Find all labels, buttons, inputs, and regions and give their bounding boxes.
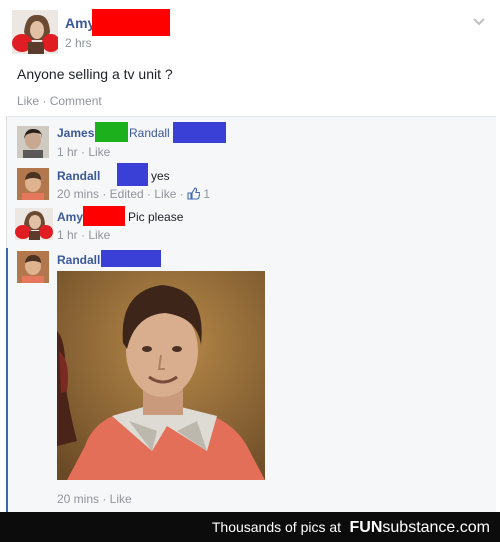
comment-text-yes: yes: [151, 169, 170, 183]
randall-avatar-2-image: [17, 251, 49, 283]
watermark-prefix: Thousands of pics at: [211, 519, 342, 535]
comment-author-randall[interactable]: Randall: [57, 169, 100, 183]
comment-meta-randall: 20 mins · Edited · Like · 1: [57, 187, 210, 203]
post-timestamp[interactable]: 2 hrs: [65, 36, 92, 50]
comment-photo[interactable]: [57, 271, 265, 480]
randall-2-name-redaction: [101, 250, 161, 267]
james-avatar-image: [17, 126, 49, 158]
like-count[interactable]: 1: [203, 187, 210, 201]
amy-avatar[interactable]: [12, 10, 58, 54]
comment-photo-image: [57, 271, 265, 480]
thumbs-up-icon: [187, 187, 201, 203]
comment-meta-text: 20 mins · Edited · Like ·: [57, 187, 184, 201]
post-author-name[interactable]: Amy: [65, 15, 95, 31]
like-link[interactable]: Like: [17, 94, 39, 108]
post-author-redaction: [92, 9, 170, 36]
watermark-footer: Thousands of pics at FUNsubstance.com: [0, 512, 500, 542]
comment-author-amy[interactable]: Amy: [57, 210, 83, 224]
comment-meta-amy: 1 hr · Like: [57, 228, 111, 242]
randall-name-redaction: [117, 163, 148, 186]
randall-avatar-2[interactable]: [17, 251, 49, 283]
amy-comment-avatar[interactable]: [15, 208, 53, 240]
logo-rest: substance.com: [382, 519, 490, 536]
james-name-redaction: [95, 122, 128, 142]
chevron-down-icon: [473, 18, 485, 26]
amy-comment-redaction: [83, 206, 125, 226]
comment-meta-randall-2: 20 mins · Like: [57, 492, 132, 506]
post-actions: Like · Comment: [17, 94, 102, 108]
comment-meta-james: 1 hr · Like: [57, 145, 111, 159]
facebook-post: Amy 2 hrs Anyone selling a tv unit ? Lik…: [0, 0, 500, 513]
james-avatar[interactable]: [17, 126, 49, 158]
randall-avatar-image: [17, 168, 49, 200]
comment-author-randall-2[interactable]: Randall: [57, 253, 100, 267]
mention-redaction: [173, 122, 226, 143]
separator-dot: ·: [42, 94, 47, 108]
post-menu-button[interactable]: [472, 14, 486, 26]
logo-fun: FUN: [349, 519, 383, 536]
comment-text-pic-please: Pic please: [128, 210, 184, 224]
comment-author-james[interactable]: James: [57, 126, 94, 140]
amy-avatar-image: [12, 10, 58, 54]
post-text: Anyone selling a tv unit ?: [17, 66, 173, 82]
watermark-text: Thousands of pics at FUNsubstance.com: [212, 519, 490, 537]
randall-avatar[interactable]: [17, 168, 49, 200]
mention-randall[interactable]: Randall: [129, 126, 170, 140]
amy-comment-avatar-image: [15, 208, 53, 240]
active-comment-bar: [6, 248, 8, 512]
comment-link[interactable]: Comment: [50, 94, 102, 108]
funsubstance-logo: FUNsubstance.com: [350, 519, 491, 536]
